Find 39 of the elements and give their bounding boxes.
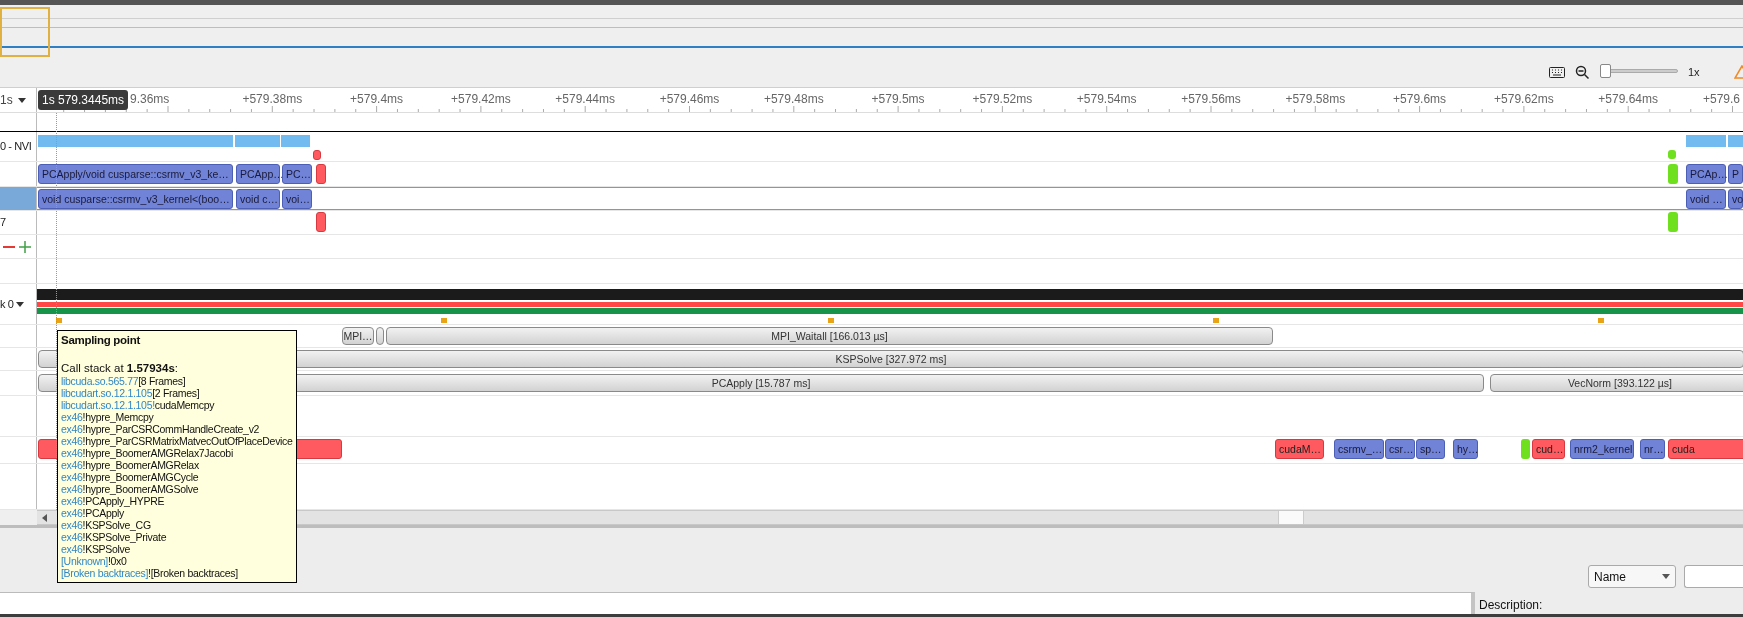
tick-label: +579.46ms: [659, 91, 720, 108]
tick-label: +579.38ms: [242, 91, 303, 108]
stack-frame: ex46!hypre_BoomerAMGCycle: [61, 471, 293, 483]
tick-label: +579.56ms: [1181, 91, 1241, 108]
tooltip-title: Sampling point: [61, 333, 142, 347]
stack-frame: libcudart.so.12.1.105!cudaMemcpy: [61, 399, 293, 411]
tick-label: +579.5ms: [871, 91, 925, 108]
stack-frame: ex46!KSPSolve_Private: [61, 531, 293, 543]
stack-frame: ex46!hypre_BoomerAMGRelax7Jacobi: [61, 447, 293, 459]
stack-frame: [Unknown]!0x0: [61, 555, 293, 567]
track-label: k 0: [0, 296, 14, 312]
track-label: 7: [0, 215, 6, 231]
tick-label: +579.62ms: [1494, 91, 1554, 108]
tick-label: +579.44ms: [555, 91, 616, 108]
tick-label: +579.6ms: [1393, 91, 1447, 108]
stack-frame: ex46!hypre_ParCSRMatrixMatvecOutOfPlaceDevice: [61, 435, 293, 447]
stack-frame: ex46!hypre_Memcpy: [61, 411, 293, 423]
track-label: 0 - NVI: [0, 139, 32, 155]
tick-label: +579.6: [1703, 91, 1741, 108]
stack-frame: ex46!PCApply_HYPRE: [61, 495, 293, 507]
tick-label: +579.4ms: [350, 91, 404, 108]
tick-label: +579.48ms: [763, 91, 824, 108]
stack-frame: ex46!hypre_BoomerAMGRelax: [61, 459, 293, 471]
description-label: Description:: [1478, 597, 1543, 614]
stack-frame: ex46!hypre_ParCSRCommHandleCreate_v2: [61, 423, 293, 435]
stack-frame: ex46!PCApply: [61, 507, 293, 519]
stack-frame: ex46!hypre_BoomerAMGSolve: [61, 483, 293, 495]
zoom-label: 1x: [1688, 64, 1701, 80]
tick-label: +579.54ms: [1076, 91, 1137, 108]
tick-label: +579.52ms: [972, 91, 1033, 108]
tick-label: +579.42ms: [451, 91, 511, 108]
tick-label: +579.58ms: [1285, 91, 1346, 108]
stack-frame: [Broken backtraces]![Broken backtraces]: [61, 567, 293, 579]
cursor-time: 1s 579.3445ms: [38, 90, 129, 110]
tick-label: 9.36ms: [130, 91, 170, 108]
stack-frame: ex46!KSPSolve_CG: [61, 519, 293, 531]
stack-frame: ex46!KSPSolve: [61, 543, 293, 555]
tick-label: +579.64ms: [1598, 91, 1659, 108]
stack-frame: libcuda.so.565.77[8 Frames]: [61, 375, 293, 387]
